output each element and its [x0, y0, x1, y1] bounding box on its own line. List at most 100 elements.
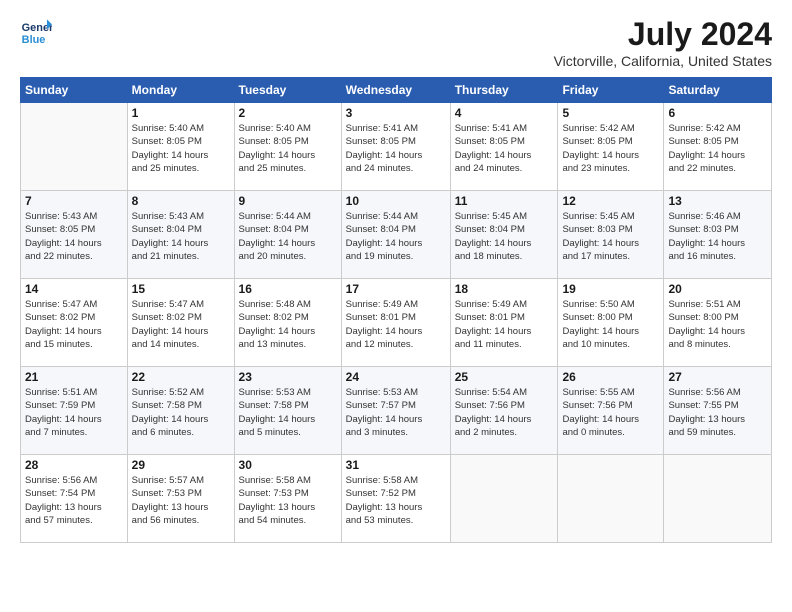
day-cell: 27 Sunrise: 5:56 AM Sunset: 7:55 PM Dayli… [664, 367, 772, 455]
day-number: 10 [346, 194, 446, 208]
day-number: 15 [132, 282, 230, 296]
day-number: 20 [668, 282, 767, 296]
day-cell: 18 Sunrise: 5:49 AM Sunset: 8:01 PM Dayli… [450, 279, 558, 367]
day-cell: 20 Sunrise: 5:51 AM Sunset: 8:00 PM Dayli… [664, 279, 772, 367]
day-number: 18 [455, 282, 554, 296]
day-info: Sunrise: 5:42 AM Sunset: 8:05 PM Dayligh… [562, 122, 659, 175]
day-number: 4 [455, 106, 554, 120]
day-info: Sunrise: 5:46 AM Sunset: 8:03 PM Dayligh… [668, 210, 767, 263]
day-info: Sunrise: 5:45 AM Sunset: 8:04 PM Dayligh… [455, 210, 554, 263]
day-cell [450, 455, 558, 543]
day-cell: 22 Sunrise: 5:52 AM Sunset: 7:58 PM Dayli… [127, 367, 234, 455]
logo-icon: General Blue [20, 16, 52, 48]
day-number: 13 [668, 194, 767, 208]
day-number: 27 [668, 370, 767, 384]
day-cell: 13 Sunrise: 5:46 AM Sunset: 8:03 PM Dayli… [664, 191, 772, 279]
day-cell: 23Sunrise: 5:53 AM Sunset: 7:58 PM Dayli… [234, 367, 341, 455]
day-cell: 11 Sunrise: 5:45 AM Sunset: 8:04 PM Dayli… [450, 191, 558, 279]
header-row: Sunday Monday Tuesday Wednesday Thursday… [21, 78, 772, 103]
day-number: 12 [562, 194, 659, 208]
day-number: 21 [25, 370, 123, 384]
col-thursday: Thursday [450, 78, 558, 103]
day-info: Sunrise: 5:51 AM Sunset: 8:00 PM Dayligh… [668, 298, 767, 351]
day-cell: 26 Sunrise: 5:55 AM Sunset: 7:56 PM Dayli… [558, 367, 664, 455]
day-number: 24 [346, 370, 446, 384]
day-info: Sunrise: 5:48 AM Sunset: 8:02 PM Dayligh… [239, 298, 337, 351]
day-number: 22 [132, 370, 230, 384]
col-friday: Friday [558, 78, 664, 103]
day-number: 14 [25, 282, 123, 296]
day-cell [664, 455, 772, 543]
month-title: July 2024 [554, 16, 772, 53]
day-cell: 19Sunrise: 5:50 AM Sunset: 8:00 PM Dayli… [558, 279, 664, 367]
day-cell: 1 Sunrise: 5:40 AM Sunset: 8:05 PM Daylig… [127, 103, 234, 191]
col-wednesday: Wednesday [341, 78, 450, 103]
day-info: Sunrise: 5:49 AM Sunset: 8:01 PM Dayligh… [346, 298, 446, 351]
day-cell: 29Sunrise: 5:57 AM Sunset: 7:53 PM Dayli… [127, 455, 234, 543]
day-cell [558, 455, 664, 543]
day-info: Sunrise: 5:52 AM Sunset: 7:58 PM Dayligh… [132, 386, 230, 439]
day-info: Sunrise: 5:42 AM Sunset: 8:05 PM Dayligh… [668, 122, 767, 175]
day-number: 28 [25, 458, 123, 472]
day-info: Sunrise: 5:41 AM Sunset: 8:05 PM Dayligh… [346, 122, 446, 175]
day-number: 3 [346, 106, 446, 120]
col-tuesday: Tuesday [234, 78, 341, 103]
day-number: 29 [132, 458, 230, 472]
svg-text:Blue: Blue [22, 34, 46, 46]
day-number: 11 [455, 194, 554, 208]
day-cell: 15 Sunrise: 5:47 AM Sunset: 8:02 PM Dayli… [127, 279, 234, 367]
day-number: 1 [132, 106, 230, 120]
day-number: 8 [132, 194, 230, 208]
day-info: Sunrise: 5:56 AM Sunset: 7:54 PM Dayligh… [25, 474, 123, 527]
col-monday: Monday [127, 78, 234, 103]
day-number: 17 [346, 282, 446, 296]
day-number: 16 [239, 282, 337, 296]
day-cell: 17 Sunrise: 5:49 AM Sunset: 8:01 PM Dayli… [341, 279, 450, 367]
day-cell [21, 103, 128, 191]
title-block: July 2024 Victorville, California, Unite… [554, 16, 772, 69]
day-cell: 14 Sunrise: 5:47 AM Sunset: 8:02 PM Dayli… [21, 279, 128, 367]
day-info: Sunrise: 5:49 AM Sunset: 8:01 PM Dayligh… [455, 298, 554, 351]
day-number: 25 [455, 370, 554, 384]
day-cell: 8 Sunrise: 5:43 AM Sunset: 8:04 PM Daylig… [127, 191, 234, 279]
day-info: Sunrise: 5:43 AM Sunset: 8:04 PM Dayligh… [132, 210, 230, 263]
day-number: 26 [562, 370, 659, 384]
calendar-page: General Blue July 2024 Victorville, Cali… [0, 0, 792, 612]
day-number: 6 [668, 106, 767, 120]
day-info: Sunrise: 5:55 AM Sunset: 7:56 PM Dayligh… [562, 386, 659, 439]
day-info: Sunrise: 5:44 AM Sunset: 8:04 PM Dayligh… [239, 210, 337, 263]
day-info: Sunrise: 5:40 AM Sunset: 8:05 PM Dayligh… [132, 122, 230, 175]
day-info: Sunrise: 5:47 AM Sunset: 8:02 PM Dayligh… [132, 298, 230, 351]
day-cell: 28 Sunrise: 5:56 AM Sunset: 7:54 PM Dayli… [21, 455, 128, 543]
day-info: Sunrise: 5:54 AM Sunset: 7:56 PM Dayligh… [455, 386, 554, 439]
day-info: Sunrise: 5:47 AM Sunset: 8:02 PM Dayligh… [25, 298, 123, 351]
day-info: Sunrise: 5:44 AM Sunset: 8:04 PM Dayligh… [346, 210, 446, 263]
day-cell: 31Sunrise: 5:58 AM Sunset: 7:52 PM Dayli… [341, 455, 450, 543]
day-info: Sunrise: 5:56 AM Sunset: 7:55 PM Dayligh… [668, 386, 767, 439]
day-cell: 2 Sunrise: 5:40 AM Sunset: 8:05 PM Daylig… [234, 103, 341, 191]
day-cell: 4 Sunrise: 5:41 AM Sunset: 8:05 PM Daylig… [450, 103, 558, 191]
day-info: Sunrise: 5:41 AM Sunset: 8:05 PM Dayligh… [455, 122, 554, 175]
day-cell: 12Sunrise: 5:45 AM Sunset: 8:03 PM Dayli… [558, 191, 664, 279]
day-cell: 3 Sunrise: 5:41 AM Sunset: 8:05 PM Daylig… [341, 103, 450, 191]
day-number: 2 [239, 106, 337, 120]
week-row-2: 14 Sunrise: 5:47 AM Sunset: 8:02 PM Dayli… [21, 279, 772, 367]
calendar-table: Sunday Monday Tuesday Wednesday Thursday… [20, 77, 772, 543]
day-cell: 5Sunrise: 5:42 AM Sunset: 8:05 PM Daylig… [558, 103, 664, 191]
location: Victorville, California, United States [554, 53, 772, 69]
day-number: 23 [239, 370, 337, 384]
logo: General Blue [20, 16, 52, 48]
day-number: 7 [25, 194, 123, 208]
day-cell: 21Sunrise: 5:51 AM Sunset: 7:59 PM Dayli… [21, 367, 128, 455]
day-cell: 25 Sunrise: 5:54 AM Sunset: 7:56 PM Dayli… [450, 367, 558, 455]
day-info: Sunrise: 5:40 AM Sunset: 8:05 PM Dayligh… [239, 122, 337, 175]
header: General Blue July 2024 Victorville, Cali… [20, 16, 772, 69]
day-cell: 24 Sunrise: 5:53 AM Sunset: 7:57 PM Dayli… [341, 367, 450, 455]
col-sunday: Sunday [21, 78, 128, 103]
day-info: Sunrise: 5:53 AM Sunset: 7:57 PM Dayligh… [346, 386, 446, 439]
day-info: Sunrise: 5:58 AM Sunset: 7:53 PM Dayligh… [239, 474, 337, 527]
col-saturday: Saturday [664, 78, 772, 103]
day-info: Sunrise: 5:50 AM Sunset: 8:00 PM Dayligh… [562, 298, 659, 351]
day-cell: 7Sunrise: 5:43 AM Sunset: 8:05 PM Daylig… [21, 191, 128, 279]
day-cell: 9Sunrise: 5:44 AM Sunset: 8:04 PM Daylig… [234, 191, 341, 279]
